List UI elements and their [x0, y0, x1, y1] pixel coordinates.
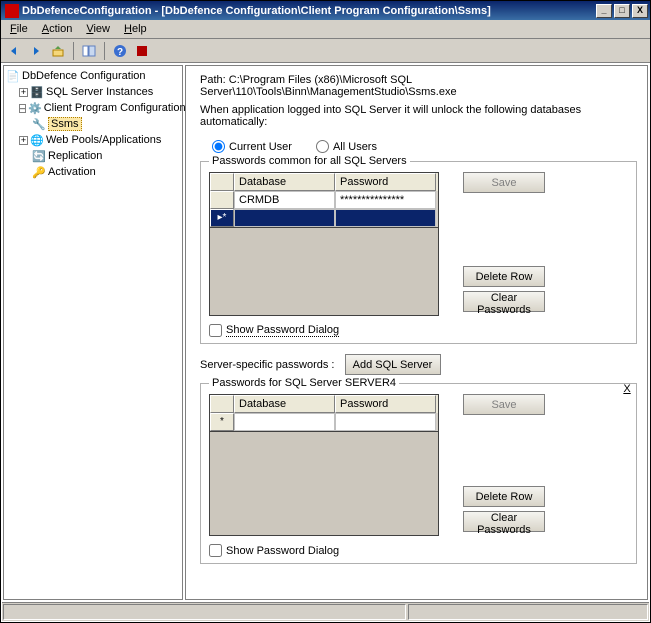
grid-empty-space	[209, 228, 439, 316]
replication-icon: 🔄	[32, 149, 46, 163]
cell-password[interactable]: ***************	[335, 191, 436, 209]
radio-current-user[interactable]: Current User	[212, 140, 292, 153]
group-legend: Passwords common for all SQL Servers	[209, 155, 410, 167]
tree-client-config[interactable]: – ⚙️ Client Program Configuration	[6, 100, 180, 116]
menu-file[interactable]: File	[3, 21, 35, 37]
group-common-passwords: Passwords common for all SQL Servers Dat…	[200, 161, 637, 344]
status-bar	[2, 602, 649, 621]
tree-label: SQL Server Instances	[46, 86, 153, 98]
status-panel-1	[3, 604, 406, 620]
toolbar-separator	[73, 42, 74, 60]
menu-action[interactable]: Action	[35, 21, 80, 37]
back-button[interactable]	[5, 42, 23, 60]
save-button[interactable]: Save	[463, 394, 545, 415]
cell-database[interactable]	[234, 209, 335, 227]
group-close-button[interactable]: X	[620, 383, 634, 397]
col-database[interactable]: Database	[234, 173, 335, 191]
grid-server4[interactable]: Database Password *	[209, 394, 439, 432]
collapse-icon[interactable]: –	[19, 104, 26, 113]
show-password-dialog-label: Show Password Dialog	[226, 324, 339, 337]
tree-pane: 📄 DbDefence Configuration + 🗄️ SQL Serve…	[3, 65, 183, 600]
status-panel-2	[408, 604, 648, 620]
tree-web-pools[interactable]: + 🌐 Web Pools/Applications	[6, 132, 180, 148]
minimize-button[interactable]: _	[596, 4, 612, 18]
tree-label: Web Pools/Applications	[46, 134, 161, 146]
menu-bar: File Action View Help	[1, 20, 650, 39]
menu-help[interactable]: Help	[117, 21, 154, 37]
show-password-dialog-check[interactable]: Show Password Dialog	[209, 324, 628, 337]
delete-row-button[interactable]: Delete Row	[463, 266, 545, 287]
group-legend: Passwords for SQL Server SERVER4	[209, 377, 399, 389]
config-icon: 📄	[6, 69, 20, 83]
program-icon: ⚙️	[28, 101, 42, 115]
toolbar: ?	[1, 39, 650, 63]
row-marker	[210, 191, 234, 209]
tree-label: Client Program Configuration	[44, 102, 186, 114]
path-label: Path:	[200, 74, 226, 86]
clear-passwords-button[interactable]: Clear Passwords	[463, 291, 545, 312]
tree-ssms[interactable]: 🔧 Ssms	[6, 116, 180, 132]
row-marker-new: ▸*	[210, 209, 234, 227]
maximize-button[interactable]: □	[614, 4, 630, 18]
app-icon	[5, 4, 19, 18]
intro-text: When application logged into SQL Server …	[200, 104, 637, 128]
path-value: C:\Program Files (x86)\Microsoft SQL Ser…	[200, 74, 457, 98]
forward-button[interactable]	[27, 42, 45, 60]
clear-passwords-button[interactable]: Clear Passwords	[463, 511, 545, 532]
row-header	[210, 173, 234, 191]
toolbar-separator	[104, 42, 105, 60]
path-line: Path: C:\Program Files (x86)\Microsoft S…	[200, 74, 637, 98]
row-header	[210, 395, 234, 413]
help-button[interactable]: ?	[111, 42, 129, 60]
server-icon: 🗄️	[30, 85, 44, 99]
tree-replication[interactable]: 🔄 Replication	[6, 148, 180, 164]
cell-database[interactable]	[234, 413, 335, 431]
up-button[interactable]	[49, 42, 67, 60]
expand-icon[interactable]: +	[19, 136, 28, 145]
expand-icon[interactable]: +	[19, 88, 28, 97]
radio-all-users[interactable]: All Users	[316, 140, 377, 153]
row-marker-new: *	[210, 413, 234, 431]
menu-view[interactable]: View	[79, 21, 117, 37]
table-row[interactable]: CRMDB ***************	[210, 191, 438, 209]
cell-password[interactable]	[335, 209, 436, 227]
cell-password[interactable]	[335, 413, 436, 431]
show-password-dialog-check[interactable]: Show Password Dialog	[209, 544, 628, 557]
title-bar: DbDefenceConfiguration - [DbDefence Conf…	[1, 1, 650, 20]
close-button[interactable]: X	[632, 4, 648, 18]
key-icon: 🔑	[32, 165, 46, 179]
tree-label: Activation	[48, 166, 96, 178]
grid-common[interactable]: Database Password CRMDB *************** …	[209, 172, 439, 228]
col-password[interactable]: Password	[335, 395, 436, 413]
table-row-new[interactable]: *	[210, 413, 438, 431]
cell-database[interactable]: CRMDB	[234, 191, 335, 209]
tree-label: DbDefence Configuration	[22, 70, 146, 82]
tree-sql-instances[interactable]: + 🗄️ SQL Server Instances	[6, 84, 180, 100]
tree-label-selected: Ssms	[48, 117, 82, 131]
gear-icon: 🔧	[32, 117, 46, 131]
content-pane: Path: C:\Program Files (x86)\Microsoft S…	[185, 65, 648, 600]
add-sql-server-button[interactable]: Add SQL Server	[345, 354, 441, 375]
table-row-new[interactable]: ▸*	[210, 209, 438, 227]
col-database[interactable]: Database	[234, 395, 335, 413]
tree-label: Replication	[48, 150, 102, 162]
show-password-dialog-label: Show Password Dialog	[226, 545, 339, 557]
group-server4-passwords: Passwords for SQL Server SERVER4 X Datab…	[200, 383, 637, 564]
window-title: DbDefenceConfiguration - [DbDefence Conf…	[22, 5, 596, 17]
tree-activation[interactable]: 🔑 Activation	[6, 164, 180, 180]
showhide-button[interactable]	[80, 42, 98, 60]
col-password[interactable]: Password	[335, 173, 436, 191]
delete-row-button[interactable]: Delete Row	[463, 486, 545, 507]
save-button[interactable]: Save	[463, 172, 545, 193]
grid-empty-space	[209, 432, 439, 536]
svg-text:?: ?	[117, 47, 123, 58]
globe-icon: 🌐	[30, 133, 44, 147]
tree-root[interactable]: 📄 DbDefence Configuration	[6, 68, 180, 84]
server-specific-label: Server-specific passwords :	[200, 359, 335, 371]
stop-button[interactable]	[133, 42, 151, 60]
